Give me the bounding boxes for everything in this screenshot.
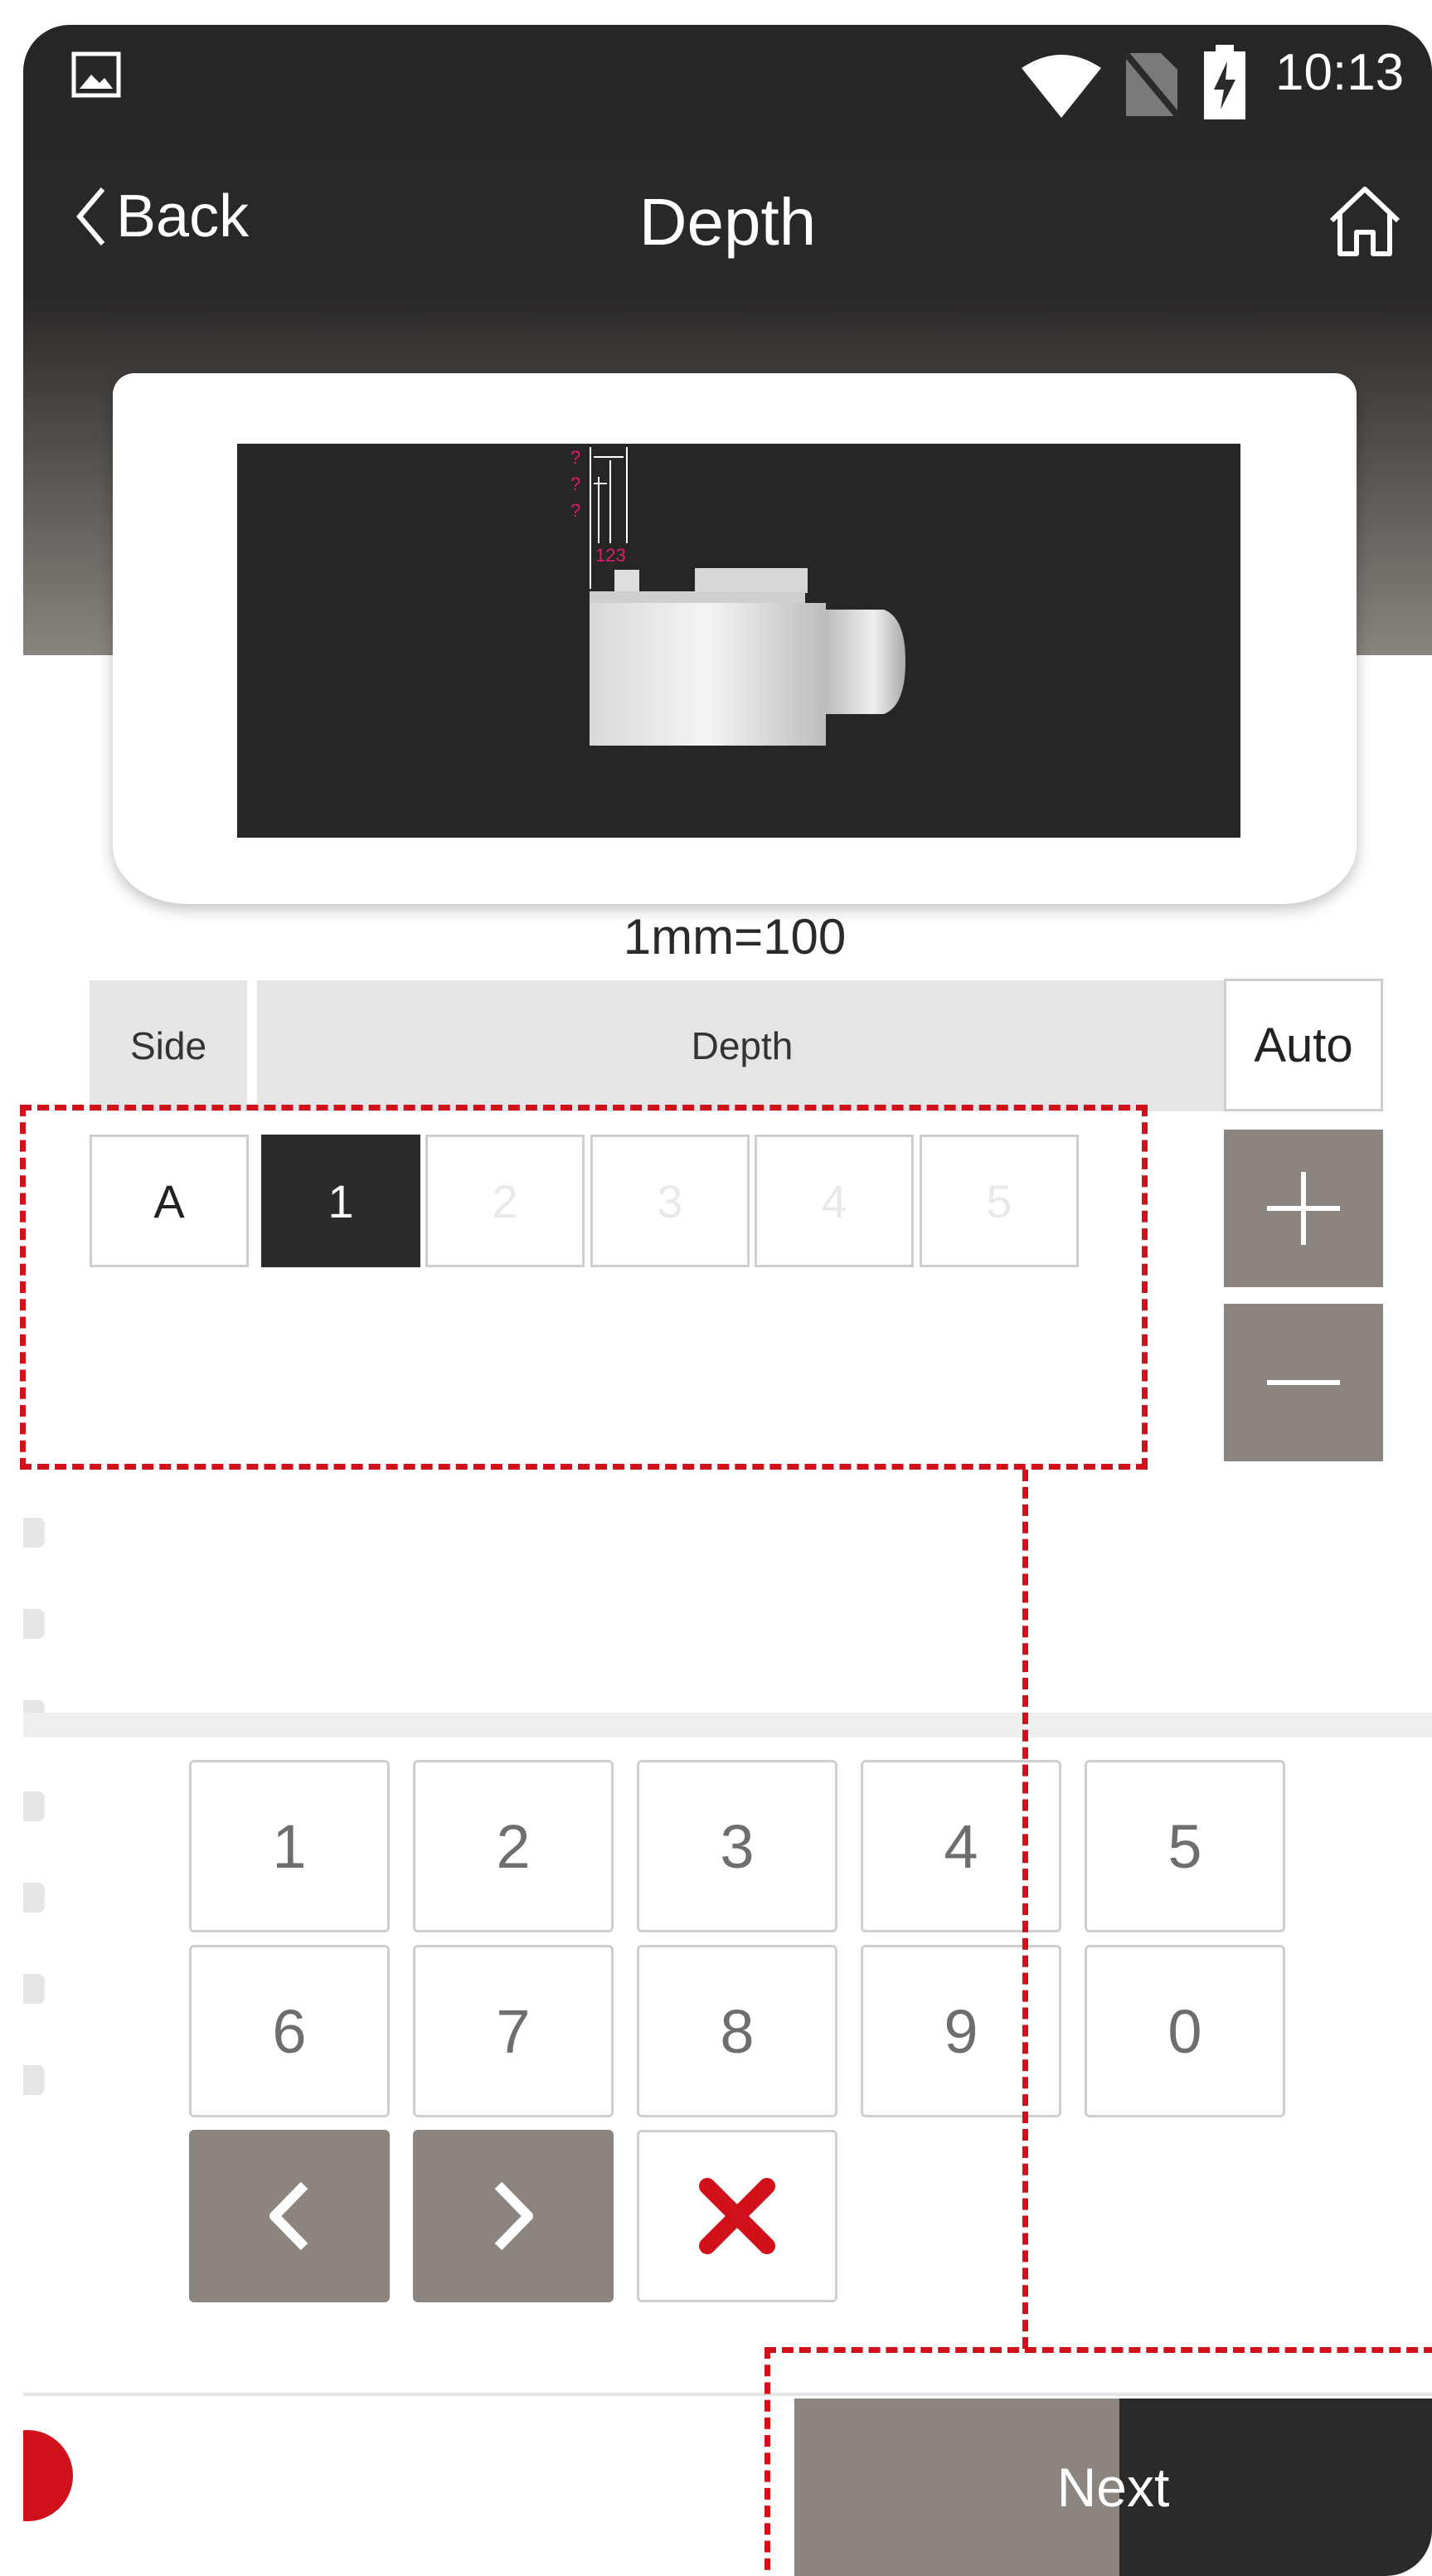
- keypad-key-5[interactable]: 5: [1085, 1760, 1285, 1932]
- status-time: 10:13: [1275, 44, 1405, 101]
- indicator-dot: [23, 2430, 73, 2521]
- keypad-key-6[interactable]: 6: [189, 1945, 390, 2117]
- status-bar: 10:13: [23, 25, 1432, 124]
- keypad-key-3[interactable]: 3: [637, 1760, 837, 1932]
- app-screen: 10:13 Back Depth ? ? ? 123 1mm=100 Side …: [23, 25, 1432, 2576]
- delete-button[interactable]: [637, 2130, 837, 2302]
- battery-charging-icon: [1204, 45, 1245, 119]
- depth-cell-3[interactable]: 3: [590, 1135, 750, 1267]
- marker-q3: ?: [570, 500, 580, 521]
- edge-tab: [23, 1791, 45, 1821]
- depth-cell-4[interactable]: 4: [755, 1135, 914, 1267]
- depth-cell-2[interactable]: 2: [425, 1135, 585, 1267]
- edge-tab: [23, 1609, 45, 1639]
- edge-tab: [23, 1883, 45, 1913]
- auto-button[interactable]: Auto: [1224, 979, 1383, 1111]
- plus-icon: [1267, 1172, 1340, 1245]
- edge-tab: [23, 2065, 45, 2095]
- keypad-key-1[interactable]: 1: [189, 1760, 390, 1932]
- depth-cell-5[interactable]: 5: [920, 1135, 1079, 1267]
- key-diagram: ? ? ? 123: [570, 447, 905, 746]
- nav-bar: Back Depth: [23, 149, 1432, 274]
- decrement-button[interactable]: [1224, 1304, 1383, 1461]
- side-value-cell[interactable]: A: [90, 1135, 249, 1267]
- home-icon[interactable]: [1325, 184, 1405, 259]
- next-button[interactable]: Next: [794, 2399, 1432, 2576]
- keypad-key-0[interactable]: 0: [1085, 1945, 1285, 2117]
- preview-card: ? ? ? 123 1mm=100: [113, 373, 1357, 965]
- image-notification-icon: [71, 51, 121, 98]
- depth-cell-1[interactable]: 1: [261, 1135, 420, 1267]
- marker-q1: ?: [570, 447, 580, 468]
- edge-tab: [23, 1518, 45, 1548]
- increment-button[interactable]: [1224, 1130, 1383, 1287]
- keypad-key-9[interactable]: 9: [861, 1945, 1061, 2117]
- wifi-icon: [1022, 55, 1101, 118]
- close-icon: [699, 2178, 775, 2254]
- keypad-key-4[interactable]: 4: [861, 1760, 1061, 1932]
- keypad-key-2[interactable]: 2: [413, 1760, 614, 1932]
- no-sim-icon: [1123, 50, 1181, 119]
- cursor-right-button[interactable]: [413, 2130, 614, 2302]
- depth-column-header: Depth: [257, 980, 1227, 1111]
- marker-q2: ?: [570, 474, 580, 494]
- section-divider: [23, 1713, 1432, 1738]
- keypad-key-8[interactable]: 8: [637, 1945, 837, 2117]
- page-title: Depth: [638, 185, 817, 259]
- scale-label: 1mm=100: [623, 909, 847, 965]
- keypad-key-7[interactable]: 7: [413, 1945, 614, 2117]
- chevron-left-icon: [269, 2181, 308, 2251]
- footer-divider: [23, 2393, 1432, 2396]
- cursor-left-button[interactable]: [189, 2130, 390, 2302]
- chevron-right-icon: [494, 2181, 533, 2251]
- marker-index: 123: [595, 545, 626, 566]
- edge-tab: [23, 1974, 45, 2004]
- side-column-header: Side: [90, 980, 247, 1111]
- minus-icon: [1267, 1380, 1340, 1385]
- depth-preview-image: ? ? ? 123: [237, 444, 1240, 838]
